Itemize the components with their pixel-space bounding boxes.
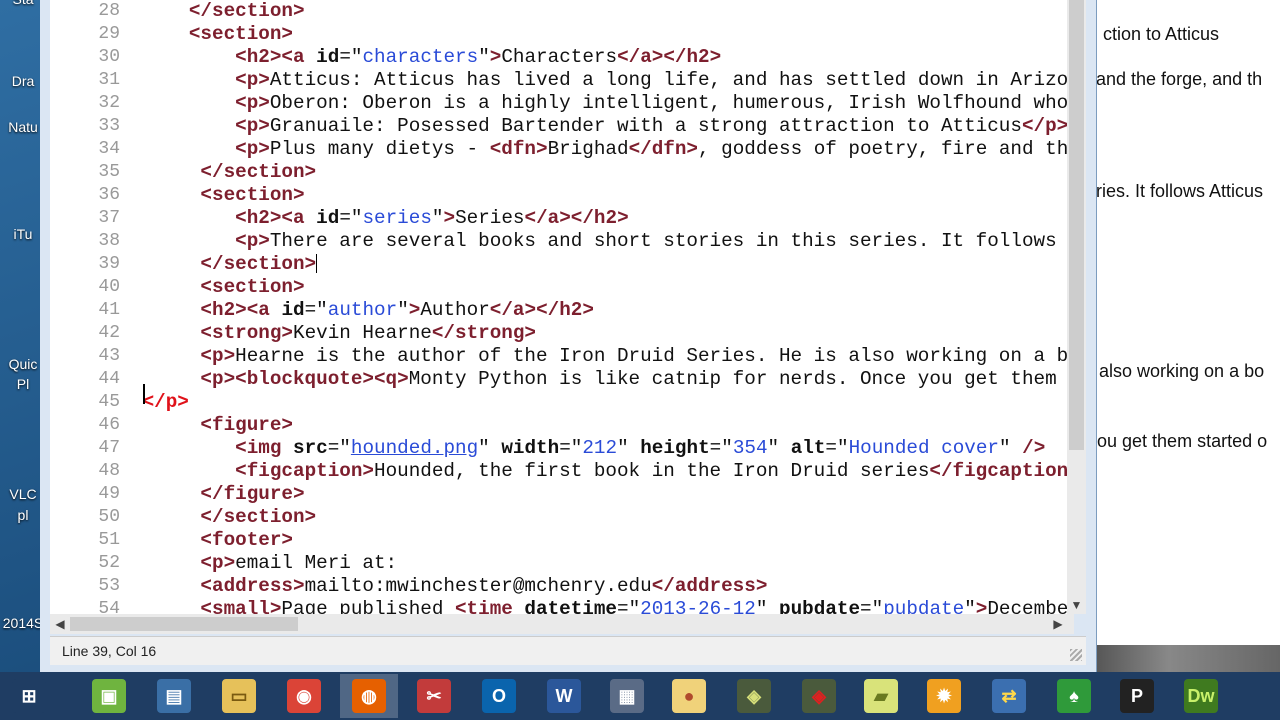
vertical-scroll-thumb[interactable]	[1069, 0, 1084, 450]
taskbar-item[interactable]: ▦	[598, 674, 656, 718]
code-line[interactable]: </section>	[50, 253, 318, 276]
browser-window-behind[interactable]: ction to Atticus and the forge, and th r…	[1094, 0, 1280, 645]
sticky-folder-icon: ▰	[864, 679, 898, 713]
code-line[interactable]: <small>Page published <time datetime="20…	[50, 598, 1074, 614]
leaf-app-icon: ♠	[1057, 679, 1091, 713]
start-button[interactable]: ⊞	[0, 674, 58, 718]
taskbar-item[interactable]: W	[535, 674, 593, 718]
scroll-right-arrow-icon[interactable]: ▶	[1050, 614, 1066, 634]
taskbar-item[interactable]: ◉	[275, 674, 333, 718]
resize-grip-icon[interactable]	[1070, 649, 1082, 661]
settings-gear-icon: ✹	[927, 679, 961, 713]
code-line[interactable]: <footer>	[50, 529, 293, 552]
taskbar: ⊞ ▣ ▤ ▭ ◉ ◍ ✂ O W ▦ ● ◈ ◈ ▰ ✹ ⇄ ♠ P Dw	[0, 672, 1280, 720]
code-line[interactable]: <strong>Kevin Hearne</strong>	[50, 322, 536, 345]
snipping-tool-icon: ✂	[417, 679, 451, 713]
code-line[interactable]: <p>There are several books and short sto…	[50, 230, 1074, 253]
ball-icon: ●	[672, 679, 706, 713]
code-line[interactable]: <figure>	[50, 414, 293, 437]
browser-image-strip	[1094, 645, 1280, 672]
taskbar-item[interactable]: ▭	[210, 674, 268, 718]
scroll-down-arrow-icon[interactable]: ▼	[1067, 596, 1086, 614]
code-line[interactable]: <p>Hearne is the author of the Iron Drui…	[50, 345, 1074, 368]
cursor-position: Line 39, Col 16	[62, 643, 157, 659]
code-line[interactable]: <section>	[50, 184, 304, 207]
code-line[interactable]: </section>	[50, 506, 316, 529]
code-line[interactable]: <p>Plus many dietys - <dfn>Brighad</dfn>…	[50, 138, 1074, 161]
taskbar-item[interactable]: ♠	[1045, 674, 1103, 718]
taskbar-item[interactable]: ✂	[405, 674, 463, 718]
code-line[interactable]: </p>	[50, 391, 189, 414]
taskbar-item[interactable]: P	[1108, 674, 1166, 718]
chrome-icon: ◉	[287, 679, 321, 713]
editor-app-record-icon: ◈	[802, 679, 836, 713]
firefox-icon: ◍	[352, 679, 386, 713]
app-green-icon: ▣	[92, 679, 126, 713]
horizontal-scrollbar[interactable]: ◀ ▶	[50, 614, 1074, 634]
browser-text-line: and the forge, and th	[1096, 69, 1263, 89]
taskbar-item[interactable]: O	[470, 674, 528, 718]
browser-text-line: ction to Atticus	[1103, 24, 1220, 44]
scroll-left-arrow-icon[interactable]: ◀	[52, 614, 68, 634]
code-line[interactable]: <p>email Meri at:	[50, 552, 397, 575]
taskbar-item[interactable]: ●	[660, 674, 718, 718]
vertical-scrollbar[interactable]: ▼	[1067, 0, 1086, 614]
p-app-icon: P	[1120, 679, 1154, 713]
taskbar-item[interactable]: ▤	[145, 674, 203, 718]
network-icon: ⇄	[992, 679, 1026, 713]
code-line[interactable]: <h2><a id="series">Series</a></h2>	[50, 207, 629, 230]
horizontal-scroll-thumb[interactable]	[70, 617, 298, 631]
outlook-icon: O	[482, 679, 516, 713]
text-cursor-icon	[143, 384, 153, 404]
code-line[interactable]: <h2><a id="characters">Characters</a></h…	[50, 46, 721, 69]
code-line[interactable]: <h2><a id="author">Author</a></h2>	[50, 299, 594, 322]
windows-logo-icon: ⊞	[12, 679, 46, 713]
code-line[interactable]: </section>	[50, 0, 305, 23]
code-line[interactable]: <p><blockquote><q>Monty Python is like c…	[50, 368, 1074, 391]
taskbar-item[interactable]: Dw	[1172, 674, 1230, 718]
code-line[interactable]: </figure>	[50, 483, 304, 506]
taskbar-item[interactable]: ▣	[80, 674, 138, 718]
code-line[interactable]: <section>	[50, 276, 304, 299]
code-line[interactable]: <p>Oberon: Oberon is a highly intelligen…	[50, 92, 1068, 115]
browser-text-line: ou get them started o	[1097, 431, 1268, 451]
taskbar-item[interactable]: ◈	[790, 674, 848, 718]
code-line[interactable]: </section>	[50, 161, 316, 184]
code-line[interactable]: <img src="hounded.png" width="212" heigh…	[50, 437, 1045, 460]
code-line[interactable]: <figcaption>Hounded, the first book in t…	[50, 460, 1074, 483]
app-window-icon: ▤	[157, 679, 191, 713]
code-line[interactable]: <p>Atticus: Atticus has lived a long lif…	[50, 69, 1074, 92]
taskbar-item[interactable]: ◈	[725, 674, 783, 718]
taskbar-item[interactable]: ▰	[852, 674, 910, 718]
status-bar: Line 39, Col 16	[50, 636, 1086, 665]
taskbar-item[interactable]: ◍	[340, 674, 398, 718]
code-line[interactable]: <address>mailto:mwinchester@mchenry.edu<…	[50, 575, 767, 598]
word-icon: W	[547, 679, 581, 713]
dreamweaver-icon: Dw	[1184, 679, 1218, 713]
code-line[interactable]: <section>	[50, 23, 293, 46]
editor-app-icon: ◈	[737, 679, 771, 713]
taskbar-item[interactable]: ✹	[915, 674, 973, 718]
calculator-icon: ▦	[610, 679, 644, 713]
browser-text-line: also working on a bo	[1099, 361, 1265, 381]
file-explorer-icon: ▭	[222, 679, 256, 713]
code-line[interactable]: <p>Granuaile: Posessed Bartender with a …	[50, 115, 1068, 138]
code-editor-window[interactable]: 28 </section> 29 <section> 30 <h2><a id="c…	[40, 0, 1097, 672]
taskbar-item[interactable]: ⇄	[980, 674, 1038, 718]
browser-text-line: ries. It follows Atticus	[1096, 181, 1264, 201]
code-area[interactable]: 28 </section> 29 <section> 30 <h2><a id="c…	[50, 0, 1074, 614]
